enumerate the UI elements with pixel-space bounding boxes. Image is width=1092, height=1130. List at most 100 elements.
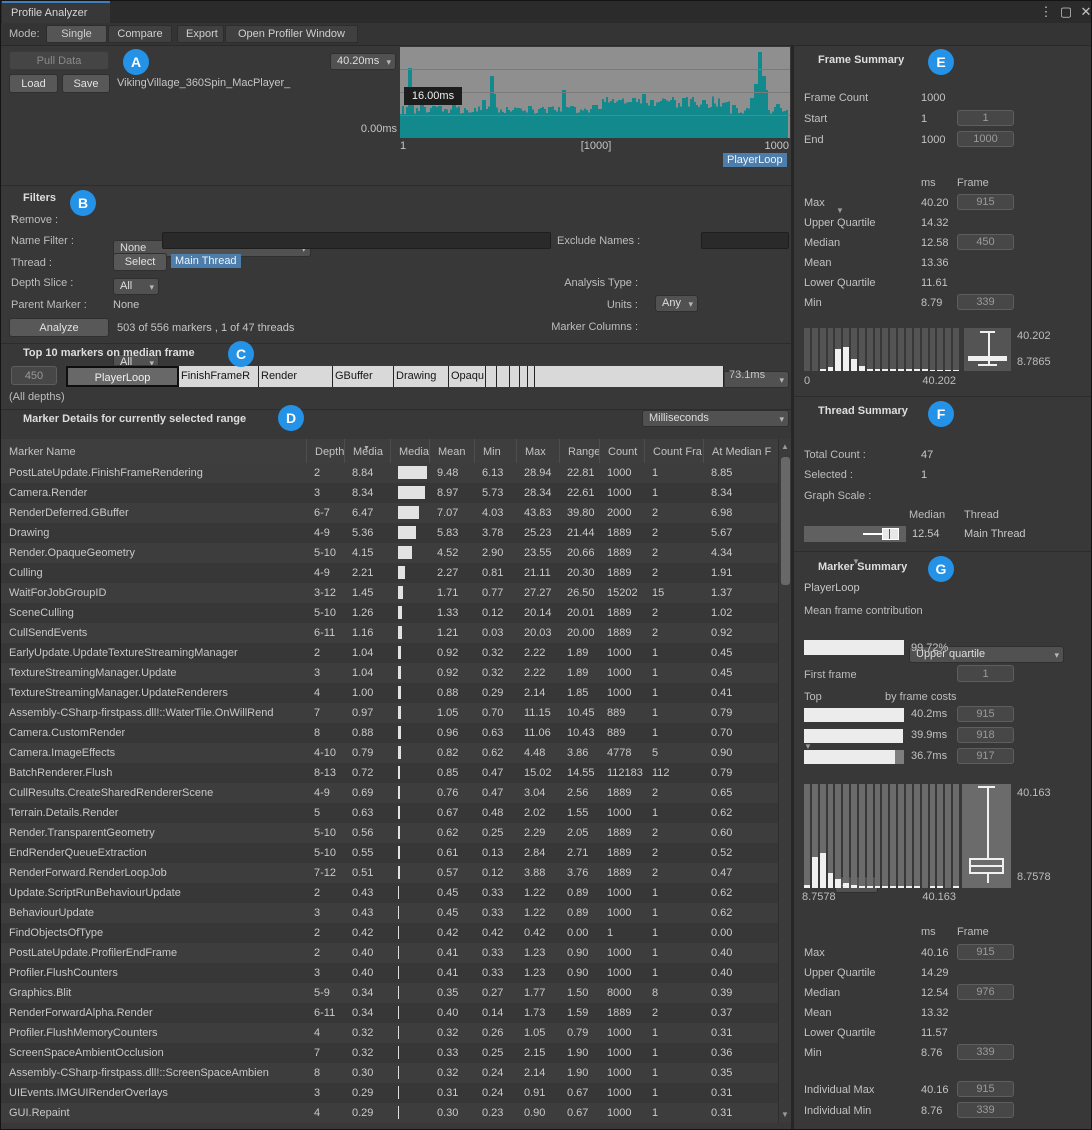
top10-segment-finishframer[interactable]: FinishFrameR — [179, 366, 259, 387]
frame-jump-button[interactable]: 450 — [957, 234, 1014, 250]
frame-jump-button[interactable]: 976 — [957, 984, 1014, 1000]
marker-table-row[interactable]: WaitForJobGroupID3-121.451.710.7727.2726… — [1, 583, 778, 603]
frame-jump-button[interactable]: 1 — [957, 110, 1014, 126]
marker-table-row[interactable]: ScreenSpaceAmbientOcclusion70.320.330.25… — [1, 1043, 778, 1063]
marker-table-row[interactable]: Terrain.Details.Render50.630.670.482.021… — [1, 803, 778, 823]
column-header-media[interactable]: Media — [390, 439, 429, 463]
top10-frame-button[interactable]: 450 — [11, 366, 57, 385]
units-dropdown[interactable]: Milliseconds — [642, 410, 789, 427]
marker-table-row[interactable]: TextureStreamingManager.Update31.040.920… — [1, 663, 778, 683]
top10-segment-drawing[interactable]: Drawing — [394, 366, 449, 387]
marker-table-row[interactable]: Culling4-92.212.270.8121.1120.30188921.9… — [1, 563, 778, 583]
marker-table-row[interactable]: Profiler.FlushCounters30.400.410.331.230… — [1, 963, 778, 983]
marker-table-row[interactable]: UIEvents.IMGUIRenderOverlays30.290.310.2… — [1, 1083, 778, 1103]
mode-compare-button[interactable]: Compare — [108, 25, 172, 43]
mode-single-button[interactable]: Single — [46, 25, 107, 43]
tab-profile-analyzer[interactable]: Profile Analyzer — [2, 1, 110, 23]
marker-table-row[interactable]: Update.ScriptRunBehaviourUpdate20.430.45… — [1, 883, 778, 903]
column-header-max[interactable]: Max — [516, 439, 559, 463]
frame-jump-button[interactable]: 917 — [957, 748, 1014, 764]
column-header-min[interactable]: Min — [474, 439, 516, 463]
column-header-count-fra[interactable]: Count Fra — [644, 439, 703, 463]
top10-segment-gbuffer[interactable]: GBuffer — [333, 366, 394, 387]
frame-jump-button[interactable]: 339 — [957, 294, 1014, 310]
load-button[interactable]: Load — [9, 74, 58, 93]
marker-table-row[interactable]: RenderForwardAlpha.Render6-110.340.400.1… — [1, 1003, 778, 1023]
maximize-icon[interactable]: ▢ — [1057, 3, 1075, 21]
name-filter-input[interactable] — [162, 232, 551, 249]
marker-table-row[interactable]: Camera.ImageEffects4-100.790.820.624.483… — [1, 743, 778, 763]
frame-jump-button[interactable]: 918 — [957, 727, 1014, 743]
exclude-scope-dropdown[interactable]: Any — [655, 295, 698, 312]
cell: 5.36 — [344, 523, 390, 543]
pull-data-button[interactable]: Pull Data — [9, 51, 109, 70]
marker-table-row[interactable]: CullSendEvents6-111.161.210.0320.0320.00… — [1, 623, 778, 643]
analyze-button[interactable]: Analyze — [9, 318, 109, 337]
column-header-mean[interactable]: Mean — [429, 439, 474, 463]
top10-segment[interactable] — [486, 366, 497, 387]
selected-marker-chip[interactable]: PlayerLoop — [723, 153, 787, 167]
marker-table-row[interactable]: BatchRenderer.Flush8-130.720.850.4715.02… — [1, 763, 778, 783]
marker-table-row[interactable]: PostLateUpdate.ProfilerEndFrame20.400.41… — [1, 943, 778, 963]
top10-segment[interactable] — [510, 366, 520, 387]
marker-table-row[interactable]: Drawing4-95.365.833.7825.2321.44188925.6… — [1, 523, 778, 543]
export-button[interactable]: Export — [177, 25, 224, 43]
column-header-at-median-f[interactable]: At Median F — [703, 439, 778, 463]
marker-table-row[interactable]: EarlyUpdate.UpdateTextureStreamingManage… — [1, 643, 778, 663]
frame-jump-button[interactable]: 915 — [957, 944, 1014, 960]
marker-table-row[interactable]: Profiler.FlushMemoryCounters40.320.320.2… — [1, 1023, 778, 1043]
marker-table-row[interactable]: Render.TransparentGeometry5-100.560.620.… — [1, 823, 778, 843]
range-selector-dropdown[interactable]: 40.20ms — [330, 53, 396, 70]
marker-table-row[interactable]: Render.OpaqueGeometry5-104.154.522.9023.… — [1, 543, 778, 563]
frame-jump-button[interactable]: 915 — [957, 706, 1014, 722]
marker-table-row[interactable]: GUI.Repaint40.290.300.230.900.67100010.3… — [1, 1103, 778, 1123]
marker-table-row[interactable]: PostLateUpdate.FinishFrameRendering28.84… — [1, 463, 778, 483]
close-icon[interactable]: ✕ — [1077, 3, 1092, 21]
marker-table-row[interactable]: RenderForward.RenderLoopJob7-120.510.570… — [1, 863, 778, 883]
column-header-marker-name[interactable]: Marker Name — [1, 439, 306, 463]
frame-jump-button[interactable]: 339 — [957, 1044, 1014, 1060]
marker-table-row[interactable]: EndRenderQueueExtraction5-100.550.610.13… — [1, 843, 778, 863]
menu-kebab-icon[interactable]: ⋮ — [1037, 3, 1055, 21]
top10-segment[interactable] — [497, 366, 510, 387]
marker-table-row[interactable]: BehaviourUpdate30.430.450.331.220.891000… — [1, 903, 778, 923]
save-button[interactable]: Save — [62, 74, 110, 93]
cell: 1000 — [599, 943, 644, 963]
marker-table-row[interactable]: TextureStreamingManager.UpdateRenderers4… — [1, 683, 778, 703]
name-filter-scope-dropdown[interactable]: All — [113, 278, 159, 295]
top10-segment-playerloop[interactable]: PlayerLoop — [66, 366, 179, 387]
stat-row: Min8.76339 — [804, 1047, 1084, 1067]
marker-table-row[interactable]: CullResults.CreateSharedRendererScene4-9… — [1, 783, 778, 803]
column-header-count[interactable]: Count — [599, 439, 644, 463]
marker-table-row[interactable]: Assembly-CSharp-firstpass.dll!::WaterTil… — [1, 703, 778, 723]
marker-table-row[interactable]: Graphics.Blit5-90.340.350.271.771.508000… — [1, 983, 778, 1003]
table-scrollbar-thumb[interactable] — [781, 457, 790, 585]
first-frame-button[interactable]: 1 — [957, 665, 1014, 682]
exclude-names-input[interactable] — [701, 232, 789, 249]
marker-table-row[interactable]: FindObjectsOfType20.420.420.420.420.0011… — [1, 923, 778, 943]
marker-table-row[interactable]: Assembly-CSharp-firstpass.dll!::ScreenSp… — [1, 1063, 778, 1083]
histogram-bar — [835, 328, 841, 371]
marker-table-row[interactable]: Camera.CustomRender80.880.960.6311.0610.… — [1, 723, 778, 743]
frame-jump-button[interactable]: 339 — [957, 1102, 1014, 1118]
frame-jump-button[interactable]: 915 — [957, 1081, 1014, 1097]
panel-divider[interactable] — [791, 45, 794, 1130]
open-profiler-window-button[interactable]: Open Profiler Window — [225, 25, 358, 43]
column-header-media[interactable]: Media▼ — [344, 439, 390, 463]
scroll-up-icon[interactable]: ▲ — [779, 441, 791, 453]
marker-table-row[interactable]: SceneCulling5-101.261.330.1220.1420.0118… — [1, 603, 778, 623]
top10-segment[interactable] — [528, 366, 535, 387]
marker-table-row[interactable]: Camera.Render38.348.975.7328.3422.611000… — [1, 483, 778, 503]
thread-select-button[interactable]: Select — [113, 253, 167, 271]
top10-segment-opaqu[interactable]: Opaqu — [449, 366, 486, 387]
marker-table-row[interactable]: RenderDeferred.GBuffer6-76.477.074.0343.… — [1, 503, 778, 523]
frame-jump-button[interactable]: 915 — [957, 194, 1014, 210]
column-header-depth[interactable]: Depth — [306, 439, 344, 463]
scroll-down-icon[interactable]: ▼ — [779, 1109, 791, 1121]
top10-segment[interactable] — [520, 366, 528, 387]
column-header-range[interactable]: Range — [559, 439, 599, 463]
top10-segment-render[interactable]: Render — [259, 366, 333, 387]
cell: 1.85 — [559, 683, 599, 703]
top10-segment[interactable] — [535, 366, 724, 387]
frame-jump-button[interactable]: 1000 — [957, 131, 1014, 147]
